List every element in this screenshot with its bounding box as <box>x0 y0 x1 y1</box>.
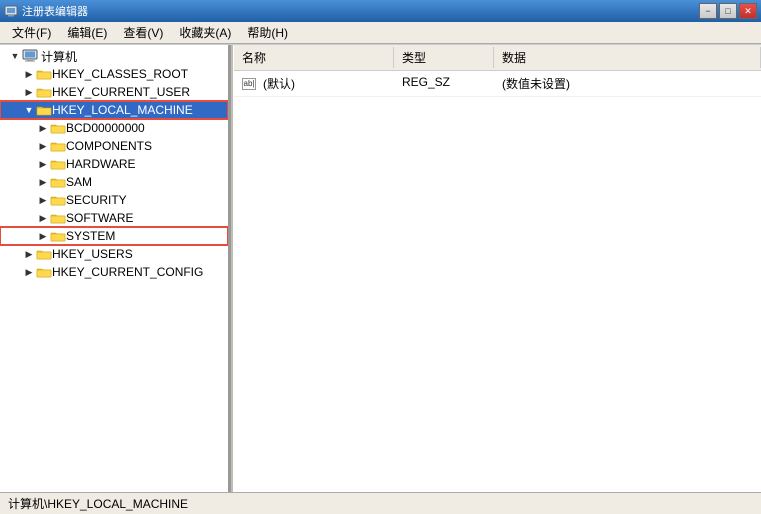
menu-file[interactable]: 文件(F) <box>4 22 59 43</box>
tree-label-hkcr: HKEY_CLASSES_ROOT <box>52 67 188 81</box>
tree-label-security: SECURITY <box>66 193 127 207</box>
col-header-type[interactable]: 类型 <box>394 47 494 68</box>
status-bar: 计算机\HKEY_LOCAL_MACHINE <box>0 492 761 514</box>
folder-icon-components <box>50 139 66 153</box>
value-type-icon: ab| <box>242 78 256 90</box>
tree-pane[interactable]: ▼ 计算机 ▶ HKEY_CLASSES_ROOT ▶ <box>0 45 230 492</box>
folder-icon-bcd <box>50 121 66 135</box>
folder-icon-hardware <box>50 157 66 171</box>
table-header: 名称 类型 数据 <box>234 45 761 71</box>
tree-label-computer: 计算机 <box>41 48 77 65</box>
tree-label-hkcc: HKEY_CURRENT_CONFIG <box>52 265 203 279</box>
tree-node-software[interactable]: ▶ SOFTWARE <box>0 209 228 227</box>
expand-computer[interactable]: ▼ <box>8 49 22 63</box>
folder-icon-sam <box>50 175 66 189</box>
tree-node-hklm[interactable]: ▼ HKEY_LOCAL_MACHINE <box>0 101 228 119</box>
folder-icon-software <box>50 211 66 225</box>
folder-icon-hklm <box>36 103 52 117</box>
status-text: 计算机\HKEY_LOCAL_MACHINE <box>8 495 188 512</box>
expand-bcd[interactable]: ▶ <box>36 121 50 135</box>
col-header-data[interactable]: 数据 <box>494 47 761 68</box>
window-controls: − □ ✕ <box>699 3 757 19</box>
menu-view[interactable]: 查看(V) <box>115 22 171 43</box>
main-container: ▼ 计算机 ▶ HKEY_CLASSES_ROOT ▶ <box>0 44 761 492</box>
folder-icon-hkcc <box>36 265 52 279</box>
col-header-name[interactable]: 名称 <box>234 47 394 68</box>
cell-name-text: (默认) <box>263 75 295 92</box>
tree-label-hardware: HARDWARE <box>66 157 136 171</box>
tree-node-computer[interactable]: ▼ 计算机 <box>0 47 228 65</box>
folder-icon-hku <box>36 247 52 261</box>
cell-data: (数值未设置) <box>494 73 761 94</box>
tree-node-hku[interactable]: ▶ HKEY_USERS <box>0 245 228 263</box>
tree-label-components: COMPONENTS <box>66 139 152 153</box>
minimize-button[interactable]: − <box>699 3 717 19</box>
folder-icon-hkcu <box>36 85 52 99</box>
tree-label-bcd: BCD00000000 <box>66 121 145 135</box>
expand-hkcu[interactable]: ▶ <box>22 85 36 99</box>
expand-software[interactable]: ▶ <box>36 211 50 225</box>
expand-hkcr[interactable]: ▶ <box>22 67 36 81</box>
close-button[interactable]: ✕ <box>739 3 757 19</box>
cell-name: ab| (默认) <box>234 73 394 94</box>
app-icon <box>4 4 18 18</box>
tree-label-software: SOFTWARE <box>66 211 134 225</box>
expand-hklm[interactable]: ▼ <box>22 103 36 117</box>
tree-label-system: SYSTEM <box>66 229 115 243</box>
expand-security[interactable]: ▶ <box>36 193 50 207</box>
menu-help[interactable]: 帮助(H) <box>239 22 296 43</box>
right-pane: 名称 类型 数据 ab| (默认) REG_SZ (数值未设置) <box>234 45 761 492</box>
table-row[interactable]: ab| (默认) REG_SZ (数值未设置) <box>234 71 761 97</box>
tree-node-hkcc[interactable]: ▶ HKEY_CURRENT_CONFIG <box>0 263 228 281</box>
tree-label-sam: SAM <box>66 175 92 189</box>
tree-node-hkcr[interactable]: ▶ HKEY_CLASSES_ROOT <box>0 65 228 83</box>
menu-favorites[interactable]: 收藏夹(A) <box>171 22 239 43</box>
folder-icon-security <box>50 193 66 207</box>
tree-node-security[interactable]: ▶ SECURITY <box>0 191 228 209</box>
tree-label-hkcu: HKEY_CURRENT_USER <box>52 85 190 99</box>
tree-node-components[interactable]: ▶ COMPONENTS <box>0 137 228 155</box>
tree-label-hklm: HKEY_LOCAL_MACHINE <box>52 103 193 117</box>
expand-hkcc[interactable]: ▶ <box>22 265 36 279</box>
window-title: 注册表编辑器 <box>22 3 699 19</box>
expand-hardware[interactable]: ▶ <box>36 157 50 171</box>
menu-bar: 文件(F) 编辑(E) 查看(V) 收藏夹(A) 帮助(H) <box>0 22 761 44</box>
tree-node-hardware[interactable]: ▶ HARDWARE <box>0 155 228 173</box>
tree-label-hku: HKEY_USERS <box>52 247 133 261</box>
tree-node-system[interactable]: ▶ SYSTEM <box>0 227 228 245</box>
menu-edit[interactable]: 编辑(E) <box>59 22 115 43</box>
expand-sam[interactable]: ▶ <box>36 175 50 189</box>
folder-icon-system <box>50 229 66 243</box>
cell-type: REG_SZ <box>394 73 494 94</box>
expand-system[interactable]: ▶ <box>36 229 50 243</box>
expand-components[interactable]: ▶ <box>36 139 50 153</box>
title-bar: 注册表编辑器 − □ ✕ <box>0 0 761 22</box>
tree-node-sam[interactable]: ▶ SAM <box>0 173 228 191</box>
expand-hku[interactable]: ▶ <box>22 247 36 261</box>
maximize-button[interactable]: □ <box>719 3 737 19</box>
tree-node-hkcu[interactable]: ▶ HKEY_CURRENT_USER <box>0 83 228 101</box>
tree-node-bcd[interactable]: ▶ BCD00000000 <box>0 119 228 137</box>
folder-icon-hkcr <box>36 67 52 81</box>
computer-icon <box>22 49 38 63</box>
